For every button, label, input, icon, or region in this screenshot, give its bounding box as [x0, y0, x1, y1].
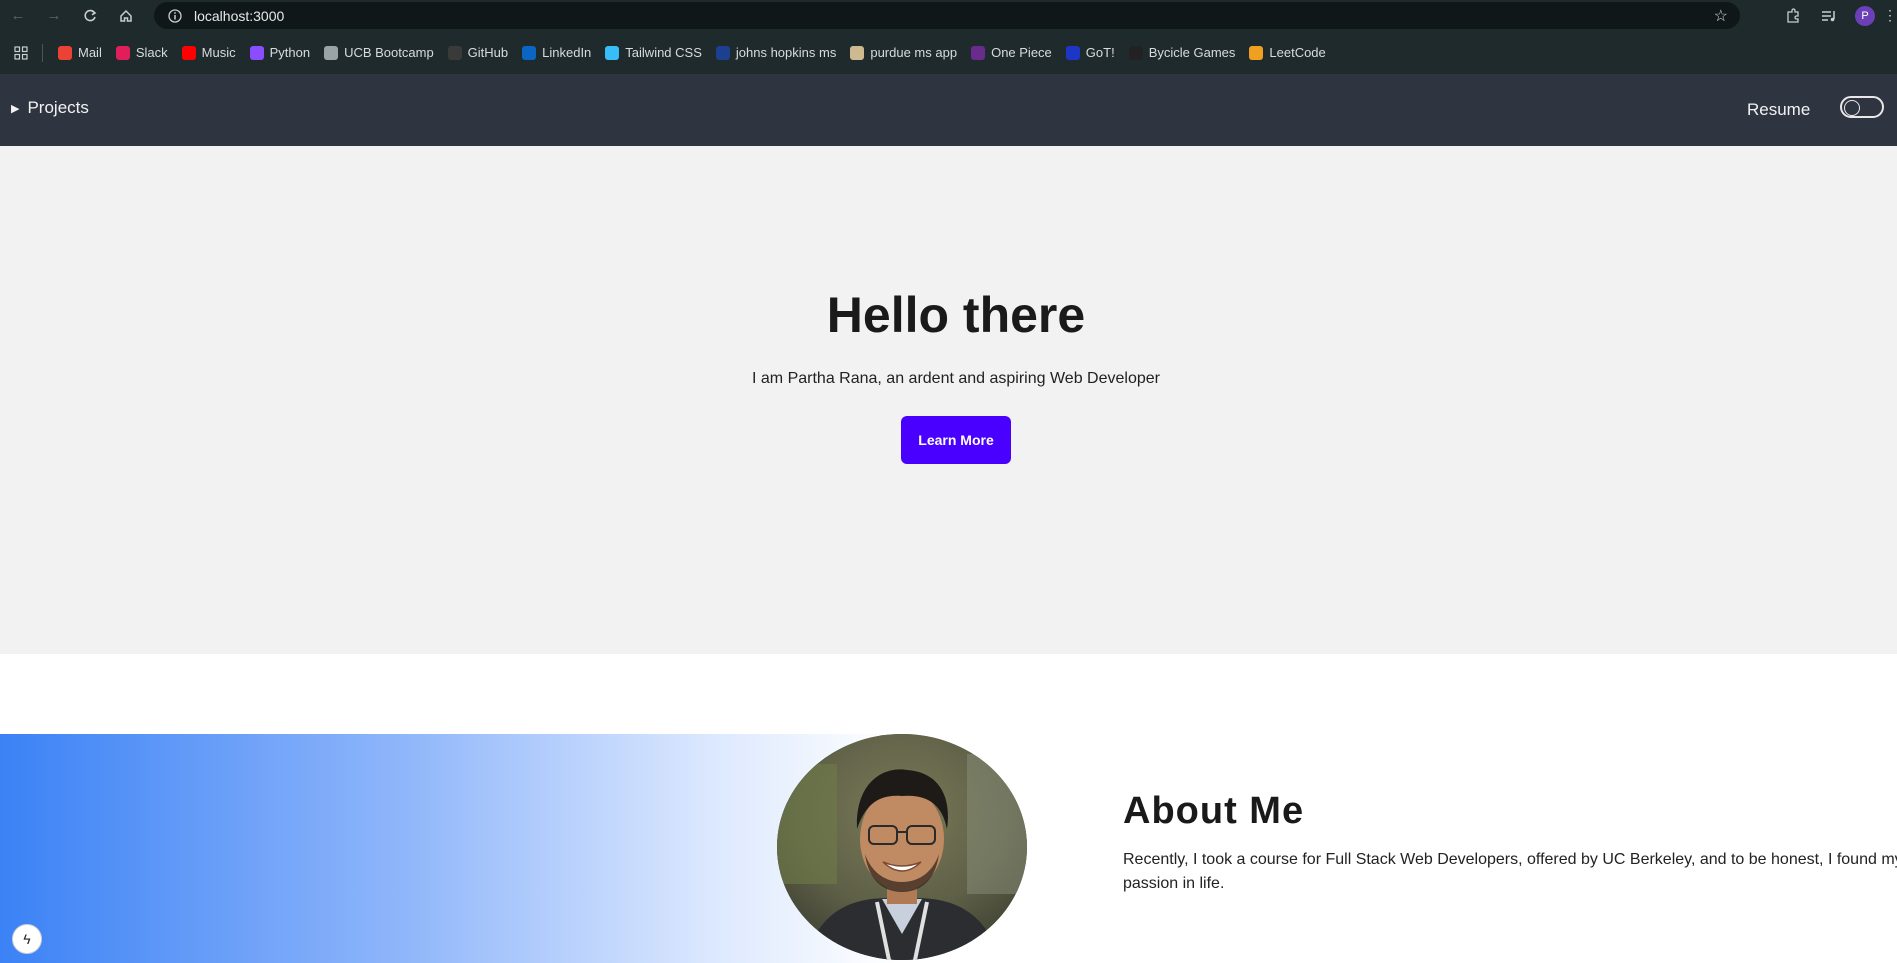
home-button[interactable]	[108, 0, 144, 31]
profile-photo	[777, 734, 1027, 960]
bookmark-item[interactable]: Bycicle Games	[1122, 39, 1243, 67]
bookmark-star-icon[interactable]: ☆	[1714, 6, 1728, 26]
bookmark-item[interactable]: johns hopkins ms	[709, 39, 843, 67]
bookmarks-divider	[42, 43, 43, 62]
bookmark-item[interactable]: LinkedIn	[515, 39, 598, 67]
site-navbar: ▶ Projects Resume	[0, 74, 1897, 146]
gmail-icon	[58, 45, 72, 60]
site-info-icon[interactable]	[162, 2, 188, 29]
bookmark-label: GoT!	[1085, 45, 1115, 60]
bookmark-label: UCB Bootcamp	[344, 45, 434, 60]
slack-icon	[115, 45, 130, 60]
bookmark-label: LinkedIn	[542, 45, 592, 60]
home-icon	[120, 9, 132, 22]
bookmark-item[interactable]: Tailwind CSS	[598, 39, 709, 67]
url-text[interactable]: localhost:3000	[194, 8, 284, 24]
toggle-knob	[1844, 100, 1860, 116]
dev-tools-bolt-icon[interactable]: ϟ	[12, 924, 42, 954]
extensions-icon[interactable]	[1775, 0, 1811, 31]
bookmark-item[interactable]: Python	[243, 39, 317, 67]
bookmark-label: purdue ms app	[870, 45, 958, 60]
bookmark-label: johns hopkins ms	[735, 45, 837, 60]
github-icon	[447, 45, 462, 60]
media-control-icon[interactable]	[1811, 0, 1847, 31]
projects-label: Projects	[27, 98, 89, 117]
theme-toggle[interactable]	[1840, 96, 1884, 118]
purdue-icon	[850, 45, 865, 60]
bookmark-label: Tailwind CSS	[625, 45, 702, 60]
jhu-shield-icon	[715, 45, 730, 60]
reload-icon	[84, 9, 97, 21]
bookmark-item[interactable]: Music	[175, 39, 243, 67]
got-icon	[1065, 45, 1080, 60]
forward-button[interactable]: →	[36, 0, 72, 31]
spade-icon	[1128, 45, 1143, 60]
bookmark-label: Slack	[135, 45, 168, 60]
bookmark-label: Python	[269, 45, 311, 60]
hero-section: Hello there I am Partha Rana, an ardent …	[0, 146, 1897, 654]
youtube-music-icon	[181, 45, 196, 60]
about-title: About Me	[1123, 790, 1305, 832]
bookmark-label: Bycicle Games	[1148, 45, 1236, 60]
bookmark-label: LeetCode	[1269, 45, 1326, 60]
bookmark-item[interactable]: Slack	[109, 39, 175, 67]
leetcode-icon	[1249, 45, 1264, 60]
tailwind-icon	[605, 45, 620, 60]
bookmark-item[interactable]: One Piece	[964, 39, 1059, 67]
learn-more-button[interactable]: Learn More	[901, 416, 1011, 464]
resume-link[interactable]: Resume	[1747, 100, 1810, 120]
bookmark-label: One Piece	[991, 45, 1052, 60]
bookmarks-bar: Mail Slack Music Python UCB Bootcamp GitHub Li…	[0, 31, 1897, 75]
about-text: Recently, I took a course for Full Stack…	[1123, 851, 1897, 892]
about-gradient-background	[0, 734, 897, 963]
bookmark-item[interactable]: GoT!	[1059, 39, 1122, 67]
apps-grid-icon[interactable]	[0, 45, 42, 60]
address-bar[interactable]: localhost:3000 ☆	[154, 2, 1740, 29]
linkedin-icon	[522, 45, 537, 60]
browser-toolbar: ← → localhost:3000 ☆ P ⋮	[0, 0, 1897, 31]
bookmark-label: GitHub	[467, 45, 509, 60]
projects-dropdown[interactable]: ▶ Projects	[11, 98, 89, 118]
profile-avatar[interactable]: P	[1847, 0, 1883, 31]
back-button[interactable]: ←	[0, 0, 36, 31]
onepiece-icon	[971, 45, 986, 60]
bookmark-item[interactable]: GitHub	[441, 39, 515, 67]
globe-icon	[324, 45, 339, 60]
menu-kebab-icon[interactable]: ⋮	[1883, 0, 1897, 31]
bookmark-label: Mail	[78, 45, 102, 60]
caret-right-icon: ▶	[11, 102, 20, 115]
bookmark-item[interactable]: Mail	[51, 39, 109, 67]
reload-button[interactable]	[72, 0, 108, 31]
python-icon	[249, 45, 264, 60]
bookmark-item[interactable]: LeetCode	[1242, 39, 1332, 67]
hero-title: Hello there	[826, 287, 1086, 343]
bookmark-label: Music	[201, 45, 236, 60]
bookmark-item[interactable]: purdue ms app	[843, 39, 964, 67]
hero-subtitle: I am Partha Rana, an ardent and aspiring…	[752, 370, 1160, 387]
bookmark-item[interactable]: UCB Bootcamp	[317, 39, 441, 67]
